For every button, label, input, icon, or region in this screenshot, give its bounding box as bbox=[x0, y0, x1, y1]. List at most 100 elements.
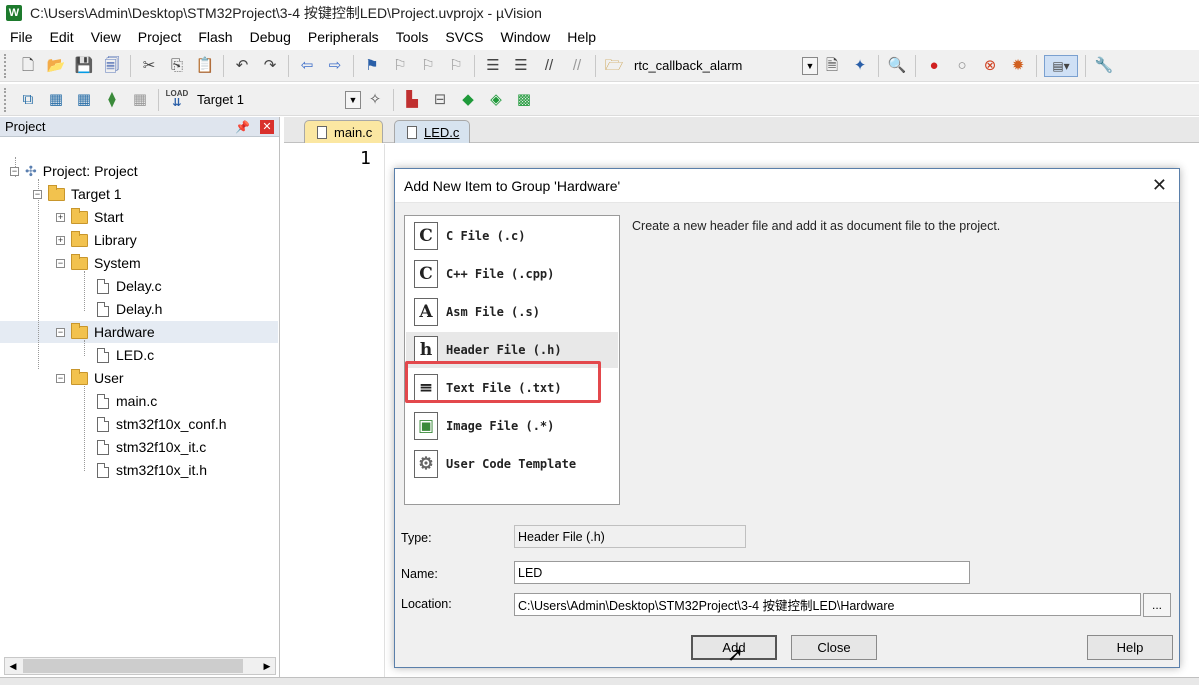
menu-edit[interactable]: Edit bbox=[40, 29, 81, 45]
board-support-icon[interactable]: ▩ bbox=[513, 89, 535, 111]
tree-item-it-c[interactable]: stm32f10x_it.c bbox=[97, 436, 206, 458]
menu-flash[interactable]: Flash bbox=[188, 29, 239, 45]
menu-svcs[interactable]: SVCS bbox=[435, 29, 490, 45]
manage-project-items-icon[interactable]: ▙ bbox=[401, 89, 423, 111]
tree-item-main-c[interactable]: main.c bbox=[97, 390, 157, 412]
wrench-icon[interactable]: 🔧 bbox=[1093, 55, 1115, 77]
menu-file[interactable]: File bbox=[0, 29, 40, 45]
collapse-icon[interactable]: − bbox=[10, 166, 19, 176]
menu-tools[interactable]: Tools bbox=[386, 29, 436, 45]
load-download-icon[interactable]: LOAD ⇊ bbox=[166, 89, 189, 111]
breakpoint-icon[interactable]: ● bbox=[923, 55, 945, 77]
menu-window[interactable]: Window bbox=[491, 29, 558, 45]
scroll-right-icon[interactable]: ▶ bbox=[259, 658, 275, 674]
tree-item-delay-c[interactable]: Delay.c bbox=[97, 275, 162, 297]
bookmark-prev-icon[interactable]: ⚐ bbox=[389, 55, 411, 77]
start-debug-icon[interactable]: 🔍 bbox=[886, 55, 908, 77]
list-item-c-file[interactable]: C C File (.c) bbox=[406, 218, 618, 254]
pack-installer-icon[interactable]: ⊟ bbox=[429, 89, 451, 111]
scroll-left-icon[interactable]: ◀ bbox=[5, 658, 21, 674]
menu-debug[interactable]: Debug bbox=[240, 29, 298, 45]
close-icon[interactable]: ✕ bbox=[1152, 175, 1167, 196]
navigate-back-icon[interactable]: ⇦ bbox=[296, 55, 318, 77]
batch-build-icon[interactable]: ⧫ bbox=[101, 89, 123, 111]
browse-button[interactable]: ... bbox=[1143, 593, 1171, 617]
target-options-icon[interactable]: ✧ bbox=[364, 89, 386, 111]
list-item-cpp-file[interactable]: C C++ File (.cpp) bbox=[406, 256, 618, 292]
redo-icon[interactable]: ↷ bbox=[259, 55, 281, 77]
expand-icon[interactable]: + bbox=[56, 212, 65, 222]
scrollbar-thumb[interactable] bbox=[23, 659, 243, 673]
tree-item-hardware[interactable]: − Hardware bbox=[56, 321, 155, 343]
function-combo[interactable]: rtc_callback_alarm ▼ bbox=[628, 55, 818, 77]
chevron-down-icon[interactable]: ▼ bbox=[802, 56, 818, 75]
tree-item-target[interactable]: − Target 1 bbox=[33, 183, 122, 205]
select-packs-icon[interactable]: ◆ bbox=[457, 89, 479, 111]
stop-build-icon[interactable]: ▦ bbox=[129, 89, 151, 111]
pin-icon[interactable]: 📌 bbox=[235, 120, 250, 134]
manage-rte-icon[interactable]: ◈ bbox=[485, 89, 507, 111]
tree-item-library[interactable]: + Library bbox=[56, 229, 137, 251]
save-icon[interactable]: 💾 bbox=[73, 55, 95, 77]
expand-icon[interactable]: + bbox=[56, 235, 65, 245]
bookmark-clear-icon[interactable]: ⚐ bbox=[445, 55, 467, 77]
tree-item-led-c[interactable]: LED.c bbox=[97, 344, 154, 366]
open-folder-icon[interactable]: 📂 bbox=[45, 55, 67, 77]
toolbar-grip[interactable] bbox=[4, 53, 8, 78]
target-combo[interactable]: Target 1 ▼ bbox=[191, 89, 361, 111]
cut-icon[interactable]: ✂ bbox=[138, 55, 160, 77]
tree-item-user[interactable]: − User bbox=[56, 367, 124, 389]
list-item-user-code-template[interactable]: ⚙ User Code Template bbox=[406, 446, 618, 482]
name-input[interactable]: LED bbox=[514, 561, 970, 584]
collapse-icon[interactable]: − bbox=[56, 327, 65, 337]
collapse-icon[interactable]: − bbox=[56, 258, 65, 268]
window-layout-icon[interactable]: ▤▾ bbox=[1044, 54, 1078, 77]
kill-all-breakpoints-icon[interactable]: ✹ bbox=[1007, 55, 1029, 77]
tree-item-start[interactable]: + Start bbox=[56, 206, 124, 228]
copy-icon[interactable]: ⎘ bbox=[166, 55, 188, 77]
tree-item-label: Library bbox=[94, 232, 137, 248]
incremental-find-icon[interactable]: 🗎 bbox=[821, 55, 843, 77]
menu-peripherals[interactable]: Peripherals bbox=[298, 29, 386, 45]
tree-item-project[interactable]: − ✣ Project: Project bbox=[10, 160, 138, 182]
list-item-asm-file[interactable]: A Asm File (.s) bbox=[406, 294, 618, 330]
translate-icon[interactable]: ⧉ bbox=[17, 89, 39, 111]
tree-item-conf-h[interactable]: stm32f10x_conf.h bbox=[97, 413, 227, 435]
horizontal-scrollbar[interactable]: ◀ ▶ bbox=[4, 657, 276, 675]
tab-led-c[interactable]: LED.c bbox=[394, 120, 471, 143]
paste-icon[interactable]: 📋 bbox=[194, 55, 216, 77]
file-icon bbox=[97, 301, 109, 317]
save-all-icon[interactable]: 🗐 bbox=[101, 55, 123, 77]
close-button[interactable]: Close bbox=[791, 635, 877, 660]
uncomment-icon[interactable]: // bbox=[566, 55, 588, 77]
list-item-image-file[interactable]: ▣ Image File (.*) bbox=[406, 408, 618, 444]
navigate-forward-icon[interactable]: ⇨ bbox=[324, 55, 346, 77]
location-input[interactable]: C:\Users\Admin\Desktop\STM32Project\3-4 … bbox=[514, 593, 1141, 616]
tree-item-delay-h[interactable]: Delay.h bbox=[97, 298, 162, 320]
bookmark-icon[interactable]: ⚑ bbox=[361, 55, 383, 77]
disable-breakpoint-icon[interactable]: ○ bbox=[951, 55, 973, 77]
build-icon[interactable]: ▦ bbox=[45, 89, 67, 111]
menu-view[interactable]: View bbox=[81, 29, 128, 45]
undo-icon[interactable]: ↶ bbox=[231, 55, 253, 77]
disable-all-breakpoints-icon[interactable]: ⊗ bbox=[979, 55, 1001, 77]
tree-item-system[interactable]: − System bbox=[56, 252, 141, 274]
menu-project[interactable]: Project bbox=[128, 29, 189, 45]
tab-main-c[interactable]: main.c bbox=[304, 120, 384, 143]
help-button[interactable]: Help bbox=[1087, 635, 1173, 660]
bookmark-next-icon[interactable]: ⚐ bbox=[417, 55, 439, 77]
toolbar-grip[interactable] bbox=[4, 87, 8, 112]
collapse-icon[interactable]: − bbox=[33, 189, 42, 199]
chevron-down-icon[interactable]: ▼ bbox=[345, 90, 361, 109]
collapse-icon[interactable]: − bbox=[56, 373, 65, 383]
configure-icon[interactable]: ✦ bbox=[849, 55, 871, 77]
comment-icon[interactable]: // bbox=[538, 55, 560, 77]
menu-help[interactable]: Help bbox=[557, 29, 603, 45]
new-file-icon[interactable]: 🗋 bbox=[17, 55, 39, 77]
rebuild-icon[interactable]: ▦ bbox=[73, 89, 95, 111]
close-icon[interactable]: ✕ bbox=[260, 119, 274, 134]
find-in-files-icon[interactable]: 🗁 bbox=[603, 55, 625, 77]
indent-icon[interactable]: ☰ bbox=[482, 55, 504, 77]
unindent-icon[interactable]: ☰ bbox=[510, 55, 532, 77]
tree-item-it-h[interactable]: stm32f10x_it.h bbox=[97, 459, 207, 481]
